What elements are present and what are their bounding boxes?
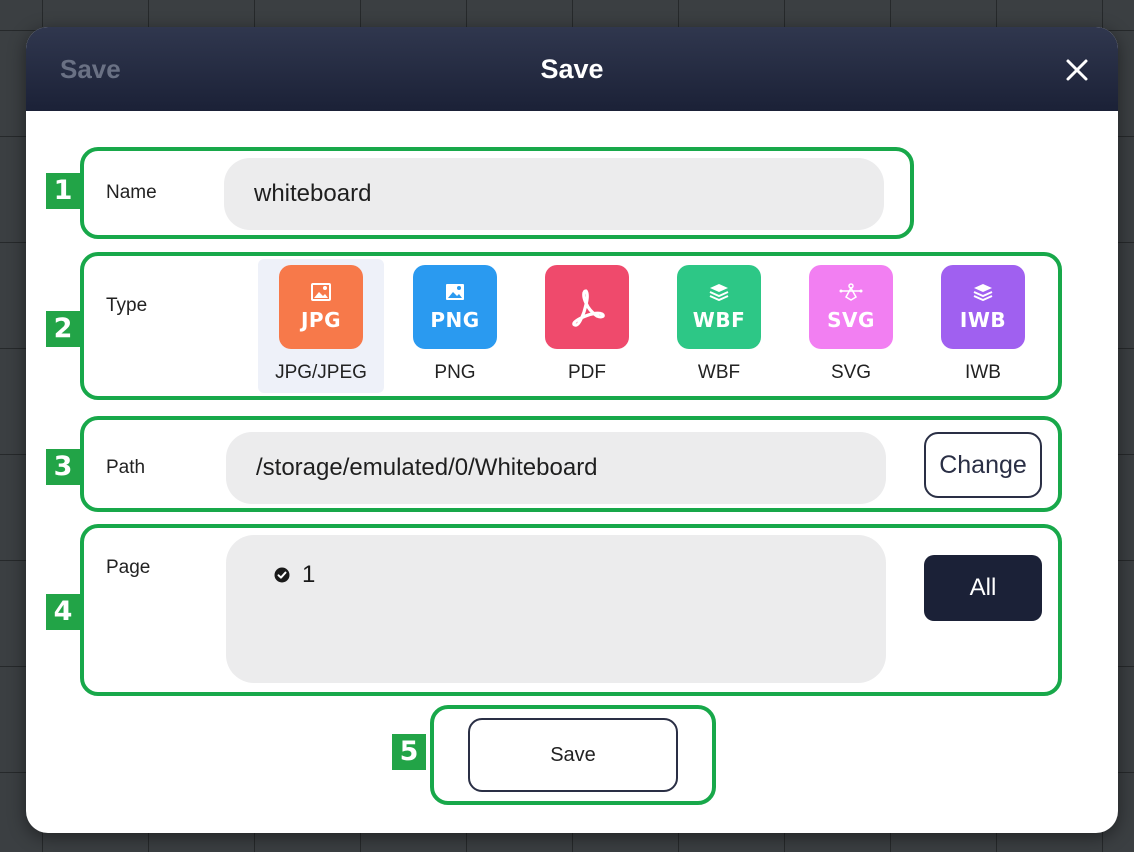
type-option-pdf[interactable]: PDF: [524, 259, 650, 393]
path-field: /storage/emulated/0/Whiteboard: [226, 432, 886, 504]
dialog-header: Save Save: [26, 27, 1118, 111]
type-option-wbf[interactable]: WBF WBF: [656, 259, 782, 393]
page-list: 1: [226, 535, 886, 683]
step-badge-2: 2: [46, 311, 80, 347]
type-option-png[interactable]: PNG PNG: [392, 259, 518, 393]
wbf-file-icon: WBF: [677, 265, 761, 349]
select-all-pages-button[interactable]: All: [924, 555, 1042, 621]
page-number: 1: [302, 561, 316, 588]
type-option-jpg[interactable]: JPG JPG/JPEG: [258, 259, 384, 393]
type-option-label: IWB: [965, 362, 1001, 383]
type-option-iwb[interactable]: IWB IWB: [920, 259, 1046, 393]
dialog-title: Save: [540, 54, 604, 84]
save-button[interactable]: Save: [468, 718, 678, 792]
step-badge-1: 1: [46, 173, 80, 209]
close-icon: [1066, 59, 1088, 81]
png-file-icon: PNG: [413, 265, 497, 349]
svg-file-icon: SVG: [809, 265, 893, 349]
page-label: Page: [106, 557, 151, 578]
jpg-file-icon: JPG: [279, 265, 363, 349]
step-badge-4: 4: [46, 594, 80, 630]
type-option-label: PNG: [434, 362, 476, 383]
type-option-label: JPG/JPEG: [275, 362, 367, 383]
type-option-label: WBF: [697, 362, 741, 383]
step-badge-3: 3: [46, 449, 80, 485]
change-path-button[interactable]: Change: [924, 432, 1042, 498]
save-dialog: Save Save 1 2 3 4 5 Name whiteboard Type…: [26, 27, 1118, 833]
close-button[interactable]: [1062, 55, 1092, 85]
type-option-label: PDF: [568, 362, 606, 383]
check-circle-icon: [274, 567, 290, 583]
pdf-acrobat-icon: [545, 265, 629, 349]
name-input[interactable]: whiteboard: [224, 158, 884, 230]
iwb-file-icon: IWB: [941, 265, 1025, 349]
page-item-1[interactable]: 1: [274, 561, 315, 589]
path-label: Path: [106, 457, 146, 478]
type-option-label: SVG: [830, 362, 872, 383]
type-option-svg[interactable]: SVG SVG: [788, 259, 914, 393]
name-label: Name: [106, 182, 157, 203]
step-badge-5: 5: [392, 734, 426, 770]
type-label: Type: [106, 295, 148, 316]
